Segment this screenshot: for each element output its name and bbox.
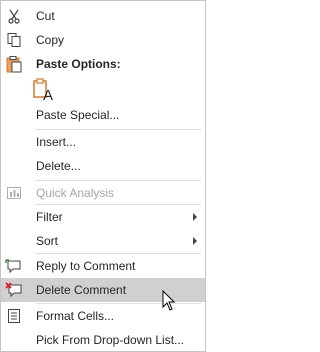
menu-item-cut[interactable]: Cut: [1, 4, 205, 28]
delete-comment-icon: [5, 281, 23, 299]
menu-item-label: Delete Comment: [36, 283, 127, 297]
quick-analysis-icon: [5, 184, 23, 202]
format-cells-icon: [5, 307, 23, 325]
menu-item-quick-analysis: Quick Analysis: [1, 181, 205, 205]
menu-item-sort[interactable]: Sort: [1, 229, 205, 253]
menu-item-filter[interactable]: Filter: [1, 205, 205, 229]
menu-item-insert[interactable]: Insert...: [1, 130, 205, 154]
copy-icon: [5, 31, 23, 49]
menu-item-delete[interactable]: Delete...: [1, 154, 205, 178]
menu-item-label: Format Cells...: [36, 309, 115, 323]
menu-item-label: Delete...: [36, 159, 81, 173]
menu-item-label: Reply to Comment: [36, 259, 136, 273]
menu-item-label: Quick Analysis: [36, 186, 115, 200]
mouse-pointer-icon: [162, 290, 176, 311]
paste-options-header: Paste Options:: [1, 52, 205, 76]
menu-item-label: Cut: [36, 9, 55, 23]
menu-item-label: Insert...: [36, 135, 77, 149]
reply-comment-icon: [5, 257, 23, 275]
paste-icon: [5, 55, 23, 76]
menu-item-label: Copy: [36, 33, 65, 47]
menu-item-label: Sort: [36, 234, 59, 248]
menu-item-paste-special[interactable]: Paste Special...: [1, 103, 205, 127]
submenu-arrow-icon: [193, 237, 197, 245]
menu-item-label: Filter: [36, 210, 63, 224]
context-menu: Cut Copy Paste Options: A Paste Special.…: [0, 0, 206, 352]
paste-glyph: A: [43, 87, 53, 103]
menu-item-reply-to-comment[interactable]: Reply to Comment: [1, 254, 205, 278]
submenu-arrow-icon: [193, 213, 197, 221]
scissors-icon: [5, 7, 23, 25]
menu-item-label: Paste Special...: [36, 108, 120, 122]
paste-keep-text-only-icon: A: [33, 78, 53, 104]
menu-item-label: Pick From Drop-down List...: [36, 333, 185, 347]
menu-item-copy[interactable]: Copy: [1, 28, 205, 52]
paste-keep-text-only-button[interactable]: A: [31, 77, 55, 104]
paste-options-label: Paste Options:: [36, 57, 121, 71]
menu-item-pick-from-dropdown[interactable]: Pick From Drop-down List...: [1, 328, 205, 352]
